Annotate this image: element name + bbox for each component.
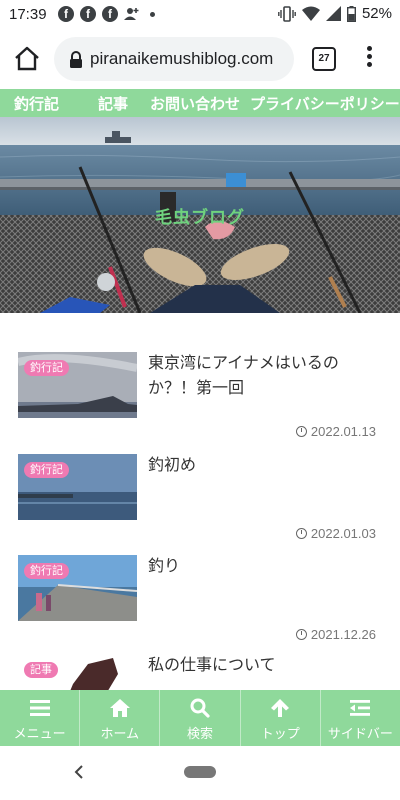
- status-bar: 17:39 f f f 52%: [0, 0, 400, 30]
- article-date: 2022.01.13: [295, 424, 376, 439]
- back-to-top-button[interactable]: トップ: [241, 690, 321, 746]
- article-card[interactable]: 釣行記 東京湾にアイナメはいるのか？！第一回 2022.01.13: [0, 350, 400, 450]
- nav-item-contact[interactable]: お問い合わせ: [150, 93, 240, 114]
- header-hero-image[interactable]: 毛虫ブログ: [0, 117, 400, 313]
- browser-home-icon[interactable]: [12, 44, 42, 74]
- nav-item-articles[interactable]: 記事: [98, 93, 128, 114]
- clock-icon: [295, 629, 307, 640]
- signal-icon: [325, 6, 341, 21]
- article-title[interactable]: 釣初め: [148, 452, 384, 477]
- browser-toolbar: piranaikemushiblog.com 27: [0, 30, 400, 88]
- article-thumbnail[interactable]: 釣行記: [18, 555, 137, 621]
- article-title[interactable]: 釣り: [148, 553, 384, 578]
- menu-button[interactable]: メニュー: [0, 690, 81, 746]
- article-card[interactable]: 釣行記 釣り 2021.12.26: [0, 553, 400, 653]
- menu-icon: [29, 700, 50, 716]
- article-thumbnail[interactable]: 釣行記: [18, 352, 137, 418]
- article-date-text: 2022.01.13: [310, 424, 376, 439]
- status-indicators: 52%: [278, 5, 392, 22]
- vibrate-icon: [278, 5, 296, 22]
- clock-icon: [295, 528, 307, 539]
- category-badge: 釣行記: [24, 462, 69, 478]
- system-home-pill[interactable]: [184, 766, 216, 778]
- tab-switcher-button[interactable]: 27: [312, 47, 336, 71]
- category-badge: 釣行記: [24, 563, 69, 579]
- facebook-notification-icon: f: [80, 6, 96, 22]
- bottom-menu-bar: メニュー ホーム 検索 トップ サイドバー: [0, 690, 400, 746]
- wifi-icon: [301, 6, 320, 21]
- sidebar-button[interactable]: サイドバー: [321, 690, 400, 746]
- search-icon: [190, 698, 210, 718]
- nav-item-privacy-policy[interactable]: プライバシーポリシー: [250, 93, 400, 114]
- site-title[interactable]: 毛虫ブログ: [0, 203, 400, 228]
- battery-icon: [346, 5, 356, 22]
- home-button[interactable]: ホーム: [80, 690, 161, 746]
- search-button[interactable]: 検索: [160, 690, 241, 746]
- article-date: 2022.01.03: [295, 526, 376, 541]
- top-label: トップ: [260, 727, 300, 742]
- home-icon: [109, 699, 130, 717]
- menu-label: メニュー: [13, 727, 66, 742]
- lock-icon: [70, 51, 82, 68]
- browser-menu-icon[interactable]: [364, 46, 374, 70]
- battery-percent: 52%: [361, 5, 392, 22]
- url-text[interactable]: piranaikemushiblog.com: [90, 49, 290, 69]
- search-label: 検索: [187, 727, 214, 742]
- more-notifications-dot: [150, 11, 155, 17]
- back-chevron-icon[interactable]: [72, 764, 86, 780]
- system-navigation-bar: [0, 746, 400, 800]
- article-date-text: 2021.12.26: [310, 627, 376, 642]
- article-title[interactable]: 私の仕事について: [148, 652, 384, 677]
- nav-item-fishing-log[interactable]: 釣行記: [14, 93, 59, 114]
- article-title[interactable]: 東京湾にアイナメはいるのか？！第一回: [148, 350, 384, 400]
- article-card[interactable]: 釣行記 釣初め 2022.01.03: [0, 452, 400, 552]
- arrow-up-icon: [271, 699, 290, 717]
- category-badge: 釣行記: [24, 360, 69, 376]
- article-date: 2021.12.26: [295, 627, 376, 642]
- facebook-notification-icon: f: [102, 6, 118, 22]
- facebook-notification-icon: f: [58, 6, 74, 22]
- home-label: ホーム: [100, 727, 140, 742]
- sidebar-label: サイドバー: [327, 727, 393, 742]
- sidebar-icon: [350, 700, 371, 716]
- phone-screen: 17:39 f f f 52% piranaikemushiblog.com 2…: [0, 0, 400, 800]
- category-badge: 記事: [24, 662, 58, 678]
- site-global-nav: 釣行記 記事 お問い合わせ プライバシーポリシー: [0, 89, 400, 117]
- status-time: 17:39: [9, 6, 47, 23]
- article-date-text: 2022.01.03: [310, 526, 376, 541]
- address-bar[interactable]: piranaikemushiblog.com: [54, 37, 294, 81]
- add-person-icon: [124, 8, 139, 20]
- clock-icon: [295, 426, 307, 437]
- notification-icons: f f f: [58, 6, 155, 22]
- article-thumbnail[interactable]: 釣行記: [18, 454, 137, 520]
